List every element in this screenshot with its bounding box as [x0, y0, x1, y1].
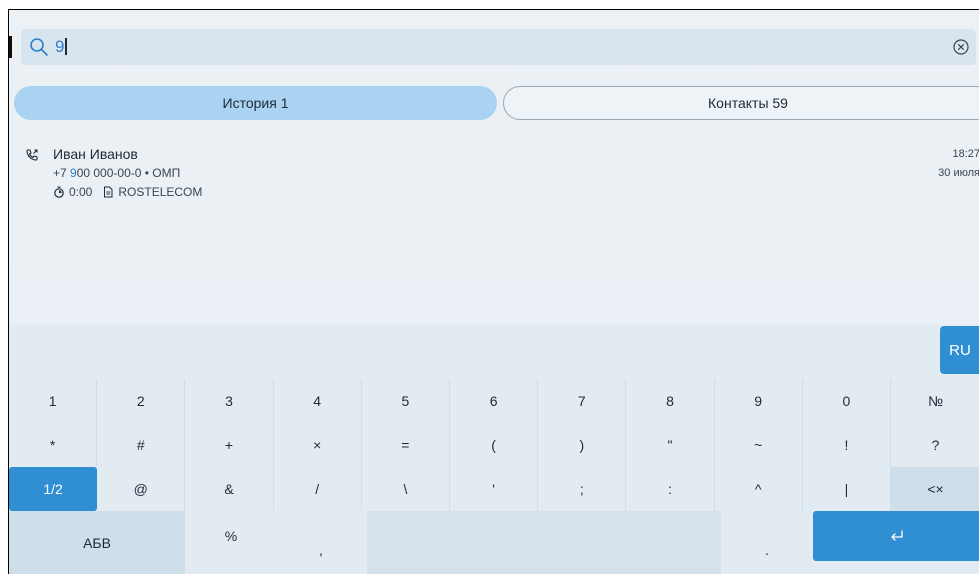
key-equals[interactable]: =: [362, 423, 450, 467]
contact-name: Иван Иванов: [53, 146, 138, 162]
contact-number: +7 900 000-00-0 • ОМП: [53, 166, 181, 180]
key-asterisk[interactable]: *: [9, 423, 98, 467]
key-paren-open[interactable]: (: [450, 423, 539, 467]
key-exclamation[interactable]: !: [803, 423, 891, 467]
key-hash[interactable]: #: [97, 423, 186, 467]
key-6[interactable]: 6: [450, 379, 539, 423]
key-tilde[interactable]: ~: [715, 423, 803, 467]
call-date: 30 июля: [938, 167, 979, 179]
key-7[interactable]: 7: [538, 379, 627, 423]
search-input[interactable]: 9: [55, 37, 67, 57]
key-paren-close[interactable]: ): [538, 423, 627, 467]
key-caret[interactable]: ^: [715, 467, 803, 511]
key-dot[interactable]: .: [723, 511, 811, 574]
key-comma[interactable]: ,: [277, 511, 365, 574]
key-pipe[interactable]: |: [803, 467, 891, 511]
search-field[interactable]: 9: [21, 29, 976, 65]
key-slash[interactable]: /: [274, 467, 362, 511]
key-backspace[interactable]: <×: [891, 467, 979, 511]
key-apostrophe[interactable]: ': [450, 467, 539, 511]
key-1[interactable]: 1: [9, 379, 98, 423]
language-switch-button[interactable]: RU: [940, 326, 979, 374]
call-time: 18:27: [952, 148, 979, 160]
tab-history-label: История 1: [222, 95, 289, 111]
key-plus[interactable]: +: [185, 423, 274, 467]
call-operator: ROSTELECOM: [118, 185, 203, 199]
tab-contacts[interactable]: Контакты 59: [503, 86, 979, 120]
tab-bar: История 1 Контакты 59: [14, 86, 979, 122]
tab-history[interactable]: История 1: [14, 86, 497, 120]
backspace-icon: <×: [927, 481, 944, 497]
key-3[interactable]: 3: [185, 379, 274, 423]
tab-contacts-label: Контакты 59: [708, 95, 788, 111]
key-multiply[interactable]: ×: [274, 423, 362, 467]
search-icon: [30, 38, 48, 56]
key-double-quote[interactable]: ": [626, 423, 715, 467]
key-shift-page[interactable]: 1/2: [9, 467, 98, 511]
key-backslash[interactable]: \: [362, 467, 450, 511]
keyboard-row-bottom: АБВ % , .: [9, 511, 979, 574]
keyboard-row-digits: 1 2 3 4 5 6 7 8 9 0 №: [9, 379, 979, 423]
enter-icon: [890, 530, 903, 541]
key-at[interactable]: @: [97, 467, 186, 511]
key-semicolon[interactable]: ;: [538, 467, 627, 511]
app-window: 9 История 1 Контакты 59 Иван Иванов +7 9…: [8, 9, 979, 574]
outgoing-call-icon: [26, 149, 38, 161]
key-ampersand[interactable]: &: [185, 467, 274, 511]
key-percent[interactable]: %: [187, 511, 275, 561]
call-history-item[interactable]: Иван Иванов +7 900 000-00-0 • ОМП 0:00 R…: [23, 146, 979, 206]
timer-icon: [54, 186, 64, 198]
keyboard-row-punctuation: 1/2 @ & / \ ';: ^ | <×: [9, 467, 979, 511]
key-abc-layout[interactable]: АБВ: [9, 511, 185, 574]
key-colon[interactable]: :: [626, 467, 715, 511]
call-meta: 0:00 ROSTELECOM: [53, 185, 202, 199]
keyboard-row-symbols: * # + × =() " ~!?: [9, 423, 979, 467]
key-enter[interactable]: [813, 511, 979, 561]
key-4[interactable]: 4: [274, 379, 362, 423]
key-8[interactable]: 8: [626, 379, 715, 423]
key-0[interactable]: 0: [803, 379, 891, 423]
clear-icon[interactable]: [952, 38, 970, 56]
key-question[interactable]: ?: [891, 423, 979, 467]
document-icon: [104, 186, 113, 198]
key-2[interactable]: 2: [97, 379, 186, 423]
call-duration: 0:00: [69, 185, 93, 199]
key-numero[interactable]: №: [891, 379, 979, 423]
key-9[interactable]: 9: [715, 379, 803, 423]
on-screen-keyboard: RU 1 2 3 4 5 6 7 8 9 0 № * # + × =() " ~!? 1/2 @ & / \ ';: ^ | <…: [9, 324, 979, 574]
key-space[interactable]: [367, 511, 721, 574]
window-edge-marker: [9, 36, 12, 58]
key-5[interactable]: 5: [362, 379, 450, 423]
